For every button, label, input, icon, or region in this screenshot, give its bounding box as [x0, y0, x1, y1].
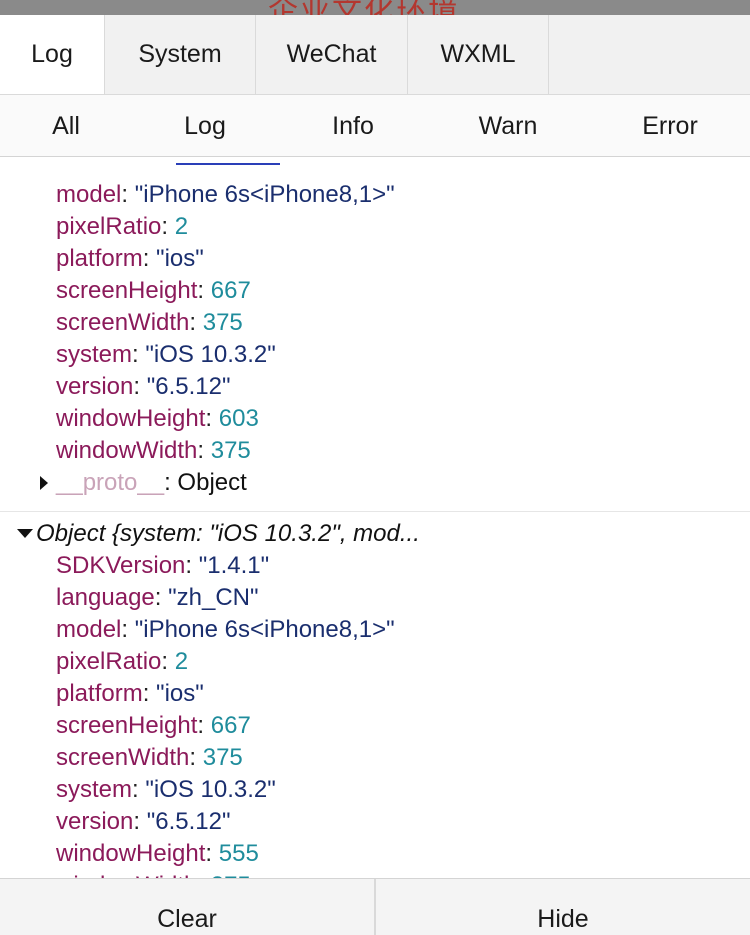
prop-key: screenWidth: [56, 744, 190, 771]
prop-value: "6.5.12": [146, 373, 231, 400]
hide-button[interactable]: Hide: [376, 879, 750, 935]
prop-key: screenWidth: [56, 309, 190, 336]
prop-key: version: [56, 373, 134, 400]
prop-key: model: [56, 181, 122, 208]
console-prop-line: version: "6.5.12": [56, 373, 231, 400]
console-prop-line: SDKVersion: "1.4.1": [56, 552, 270, 579]
prop-value: "iPhone 6s<iPhone8,1>": [134, 616, 395, 643]
page-header-strip: 企业文化环境: [0, 0, 750, 15]
prop-value: 375: [202, 309, 243, 336]
console-prop-line: language: "zh_CN": [56, 584, 259, 611]
console-prop-line: pixelRatio: 2: [56, 213, 189, 240]
object-summary-row[interactable]: Object {system: "iOS 10.3.2", mod...: [0, 518, 750, 550]
prop-key: system: [56, 776, 133, 803]
console-prop-line: windowHeight: 603: [56, 405, 259, 432]
bottom-action-bar: Clear Hide: [0, 878, 750, 935]
console-prop-line: model: "iPhone 6s<iPhone8,1>": [56, 616, 395, 643]
collapse-arrow-icon[interactable]: [17, 529, 33, 538]
prop-value: 2: [174, 213, 189, 240]
prop-value: 375: [202, 744, 243, 771]
filter-all[interactable]: All: [52, 95, 80, 157]
filter-log[interactable]: Log: [184, 95, 226, 157]
prop-value: 2: [174, 648, 189, 675]
console-prop-line: platform: "ios": [56, 680, 204, 707]
prop-key: screenHeight: [56, 277, 198, 304]
prop-value: "6.5.12": [146, 808, 231, 835]
log-level-filterbar: All Log Info Warn Error: [0, 95, 750, 157]
truncated-underline: [176, 163, 280, 165]
page-header-text: 企业文化环境: [268, 0, 460, 15]
tab-system[interactable]: System: [105, 15, 256, 94]
console-prop-line: screenHeight: 667: [56, 712, 251, 739]
tab-wxml[interactable]: WXML: [408, 15, 549, 94]
prop-key: platform: [56, 245, 143, 272]
prop-value: 555: [218, 840, 259, 867]
prop-value: 603: [218, 405, 259, 432]
prop-key: windowHeight: [56, 840, 206, 867]
panel-tabbar: Log System WeChat WXML: [0, 15, 750, 95]
filter-info[interactable]: Info: [332, 95, 374, 157]
filter-error[interactable]: Error: [642, 95, 698, 157]
prop-key: platform: [56, 680, 143, 707]
prop-key: pixelRatio: [56, 648, 162, 675]
console-prop-line: windowHeight: 555: [56, 840, 259, 867]
clear-button[interactable]: Clear: [0, 879, 376, 935]
prop-key: SDKVersion: [56, 552, 186, 579]
console-prop-line: version: "6.5.12": [56, 808, 231, 835]
prop-key: system: [56, 341, 133, 368]
prop-value: 667: [210, 277, 251, 304]
prop-key: windowWidth: [56, 437, 198, 464]
console-prop-line: [0, 158, 750, 179]
prop-value: 375: [210, 437, 251, 464]
console-prop-line: model: "iPhone 6s<iPhone8,1>": [56, 181, 395, 208]
prop-key: version: [56, 808, 134, 835]
console-output[interactable]: model: "iPhone 6s<iPhone8,1>" pixelRatio…: [0, 158, 750, 878]
proto-toggle-row[interactable]: __proto__: Object: [0, 467, 750, 499]
prop-value: "iPhone 6s<iPhone8,1>": [134, 181, 395, 208]
console-prop-line: pixelRatio: 2: [56, 648, 189, 675]
prop-value: "zh_CN": [168, 584, 259, 611]
console-prop-line: platform: "ios": [56, 245, 204, 272]
prop-value: "iOS 10.3.2": [145, 341, 276, 368]
console-prop-line: screenWidth: 375: [56, 744, 243, 771]
prop-value: "1.4.1": [198, 552, 270, 579]
expand-arrow-icon[interactable]: [40, 476, 48, 490]
tab-log[interactable]: Log: [0, 15, 105, 94]
object-summary: Object {system: "iOS 10.3.2", mod...: [36, 520, 420, 547]
console-prop-line: system: "iOS 10.3.2": [56, 776, 276, 803]
filter-warn[interactable]: Warn: [479, 95, 538, 157]
console-prop-line: screenWidth: 375: [56, 309, 243, 336]
console-prop-line: windowWidth: 375: [56, 437, 251, 464]
proto-value: : Object: [164, 469, 247, 496]
prop-key: model: [56, 616, 122, 643]
tab-wechat[interactable]: WeChat: [256, 15, 408, 94]
prop-value: "iOS 10.3.2": [145, 776, 276, 803]
prop-key: screenHeight: [56, 712, 198, 739]
console-prop-line: screenHeight: 667: [56, 277, 251, 304]
prop-value: "ios": [156, 680, 204, 707]
prop-value: 667: [210, 712, 251, 739]
prop-key: language: [56, 584, 155, 611]
prop-key: pixelRatio: [56, 213, 162, 240]
log-entry-divider: [0, 511, 750, 512]
prop-value: "ios": [156, 245, 204, 272]
console-prop-line: system: "iOS 10.3.2": [56, 341, 276, 368]
proto-key: __proto__: [56, 469, 165, 496]
console-prop-line: windowWidth: 375: [0, 870, 750, 878]
prop-key: windowHeight: [56, 405, 206, 432]
